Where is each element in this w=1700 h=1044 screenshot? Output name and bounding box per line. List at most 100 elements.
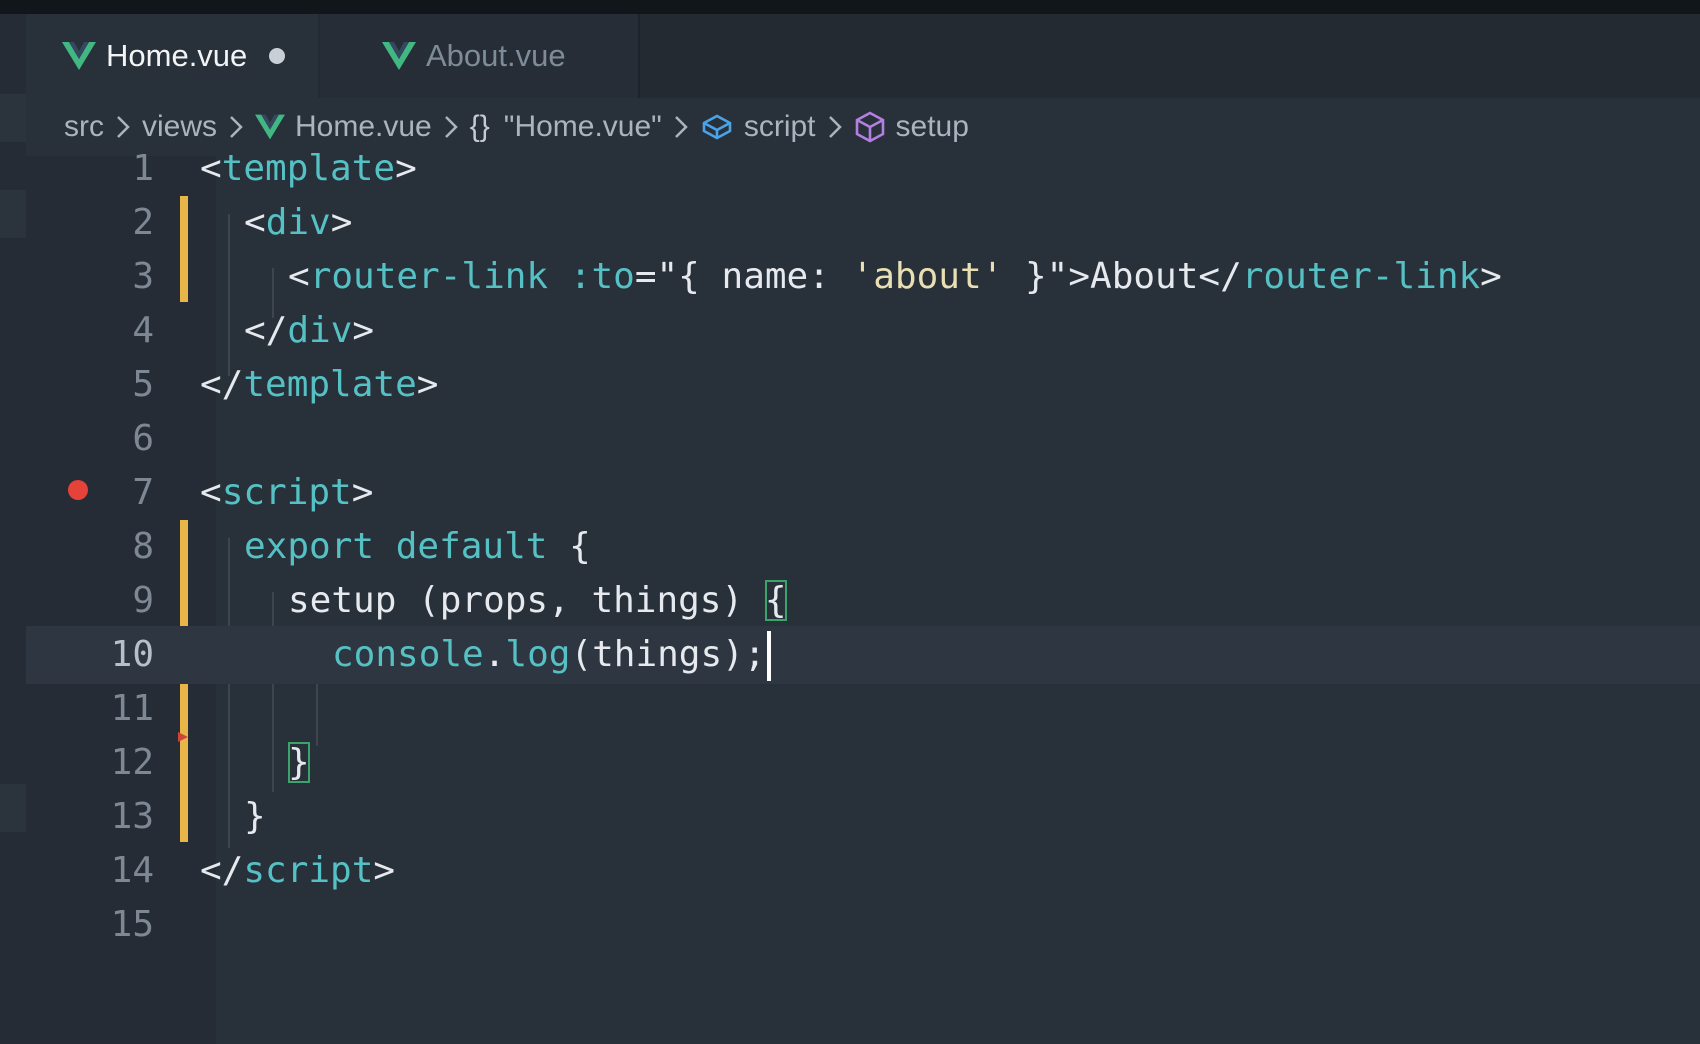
code-token: } bbox=[244, 796, 266, 837]
line-number: 11 bbox=[110, 688, 154, 729]
code-token: export bbox=[244, 526, 375, 567]
tab-label: Home.vue bbox=[106, 38, 248, 73]
code-token: ="{ name: bbox=[634, 256, 852, 297]
code-line[interactable]: 11 bbox=[26, 680, 1700, 738]
code-token: </ bbox=[200, 850, 244, 891]
vue-file-icon bbox=[382, 42, 416, 70]
code-token: > bbox=[416, 364, 439, 405]
code-token: > bbox=[330, 202, 353, 243]
tab-home-vue[interactable]: Home.vue bbox=[26, 14, 318, 98]
code-token: About bbox=[1090, 256, 1199, 297]
code-line[interactable]: 7 <script> bbox=[26, 464, 1700, 522]
breadcrumb-item-setup[interactable]: setup bbox=[854, 110, 969, 144]
braces-icon: {} bbox=[469, 110, 490, 143]
editor-window: Home.vue About.vue src views Home.vue {}… bbox=[0, 0, 1700, 1044]
breadcrumb-item-script[interactable]: script bbox=[700, 110, 816, 144]
breadcrumb-item-home-vue[interactable]: Home.vue bbox=[255, 110, 432, 144]
breadcrumb-label: script bbox=[743, 110, 816, 143]
code-line[interactable]: 1 <template> bbox=[26, 140, 1700, 198]
code-token: > bbox=[1068, 256, 1091, 297]
line-number: 10 bbox=[110, 634, 154, 675]
code-token: :to bbox=[569, 256, 635, 297]
code-token: script bbox=[221, 472, 352, 513]
code-token: template bbox=[243, 364, 417, 405]
code-token: . bbox=[483, 634, 506, 675]
code-token: </ bbox=[244, 310, 288, 351]
code-token: console bbox=[332, 634, 484, 675]
code-token: > bbox=[373, 850, 396, 891]
code-token: 'about' bbox=[851, 256, 1004, 297]
code-line[interactable]: 5 </template> bbox=[26, 356, 1700, 414]
unsaved-changes-dot-icon[interactable] bbox=[269, 48, 286, 64]
code-token: div bbox=[265, 202, 331, 243]
breadcrumb-label: setup bbox=[895, 110, 969, 143]
code-line[interactable]: 15 bbox=[26, 896, 1700, 954]
code-token: router-link bbox=[309, 256, 549, 297]
code-line[interactable]: 8 export default { bbox=[26, 518, 1700, 576]
activity-notch bbox=[0, 784, 26, 832]
line-number: 8 bbox=[132, 526, 154, 567]
breadcrumb-label: views bbox=[142, 110, 218, 143]
code-line[interactable]: 13 } bbox=[26, 788, 1700, 846]
text-cursor bbox=[766, 631, 771, 681]
code-line[interactable]: 12 } bbox=[26, 734, 1700, 792]
line-number: 1 bbox=[132, 148, 154, 189]
code-line[interactable]: 14 </script> bbox=[26, 842, 1700, 900]
code-token: div bbox=[287, 310, 353, 351]
line-number: 2 bbox=[132, 202, 154, 243]
code-token: setup bbox=[288, 580, 397, 621]
code-line-current[interactable]: 10 console.log(things); bbox=[26, 626, 1700, 684]
bracket-match-highlight: } bbox=[288, 742, 310, 783]
title-strip bbox=[0, 0, 1700, 14]
code-token: { bbox=[569, 526, 591, 567]
code-token: > bbox=[351, 472, 374, 513]
line-number: 12 bbox=[110, 742, 154, 783]
code-token: </ bbox=[200, 364, 244, 405]
code-token: > bbox=[1480, 256, 1502, 297]
line-number: 5 bbox=[132, 364, 154, 405]
line-number: 9 bbox=[132, 580, 154, 621]
code-token: script bbox=[243, 850, 374, 891]
code-token: router-link bbox=[1241, 256, 1481, 297]
breadcrumb-item-src[interactable]: src bbox=[64, 110, 104, 144]
tab-about-vue[interactable]: About.vue bbox=[320, 14, 640, 98]
code-token: }" bbox=[1003, 256, 1069, 297]
breadcrumb-item-module[interactable]: {} "Home.vue" bbox=[470, 110, 662, 144]
activity-bar bbox=[0, 14, 26, 1044]
tab-label: About.vue bbox=[426, 38, 566, 73]
code-token: > bbox=[395, 148, 417, 189]
line-number: 7 bbox=[132, 472, 154, 513]
code-token: (props, things) bbox=[396, 580, 765, 621]
code-editor[interactable]: 1 <template> 2 <div> 3 <router-link :to=… bbox=[26, 148, 1700, 1044]
method-cube-icon bbox=[854, 111, 886, 143]
line-number: 4 bbox=[132, 310, 154, 351]
code-token: (things); bbox=[570, 634, 766, 675]
activity-notch bbox=[0, 190, 26, 238]
code-line[interactable]: 3 <router-link :to="{ name: 'about' }">A… bbox=[26, 248, 1700, 306]
line-number: 3 bbox=[132, 256, 154, 297]
line-number: 14 bbox=[110, 850, 154, 891]
code-line[interactable]: 4 </div> bbox=[26, 302, 1700, 360]
code-token: < bbox=[200, 148, 222, 189]
activity-notch bbox=[0, 94, 26, 142]
vue-file-icon bbox=[62, 42, 96, 70]
code-line[interactable]: 2 <div> bbox=[26, 194, 1700, 252]
code-token: default bbox=[395, 526, 548, 567]
code-token: template bbox=[221, 148, 396, 189]
breadcrumb-label: Home.vue bbox=[295, 110, 432, 143]
line-number: 6 bbox=[132, 418, 154, 459]
code-token: log bbox=[505, 634, 571, 675]
bracket-match-highlight: { bbox=[764, 580, 787, 621]
namespace-cube-icon bbox=[700, 113, 734, 141]
code-line[interactable]: 6 bbox=[26, 410, 1700, 468]
code-token: < bbox=[200, 472, 222, 513]
line-number: 15 bbox=[110, 904, 154, 945]
breadcrumb-label: "Home.vue" bbox=[503, 110, 662, 143]
code-token: < bbox=[244, 202, 266, 243]
code-line[interactable]: 9 setup (props, things) { bbox=[26, 572, 1700, 630]
tab-bar: Home.vue About.vue bbox=[26, 14, 1700, 98]
breadcrumb-item-views[interactable]: views bbox=[142, 110, 217, 144]
vue-file-icon bbox=[255, 114, 286, 140]
code-token: > bbox=[352, 310, 375, 351]
code-token: < bbox=[288, 256, 310, 297]
